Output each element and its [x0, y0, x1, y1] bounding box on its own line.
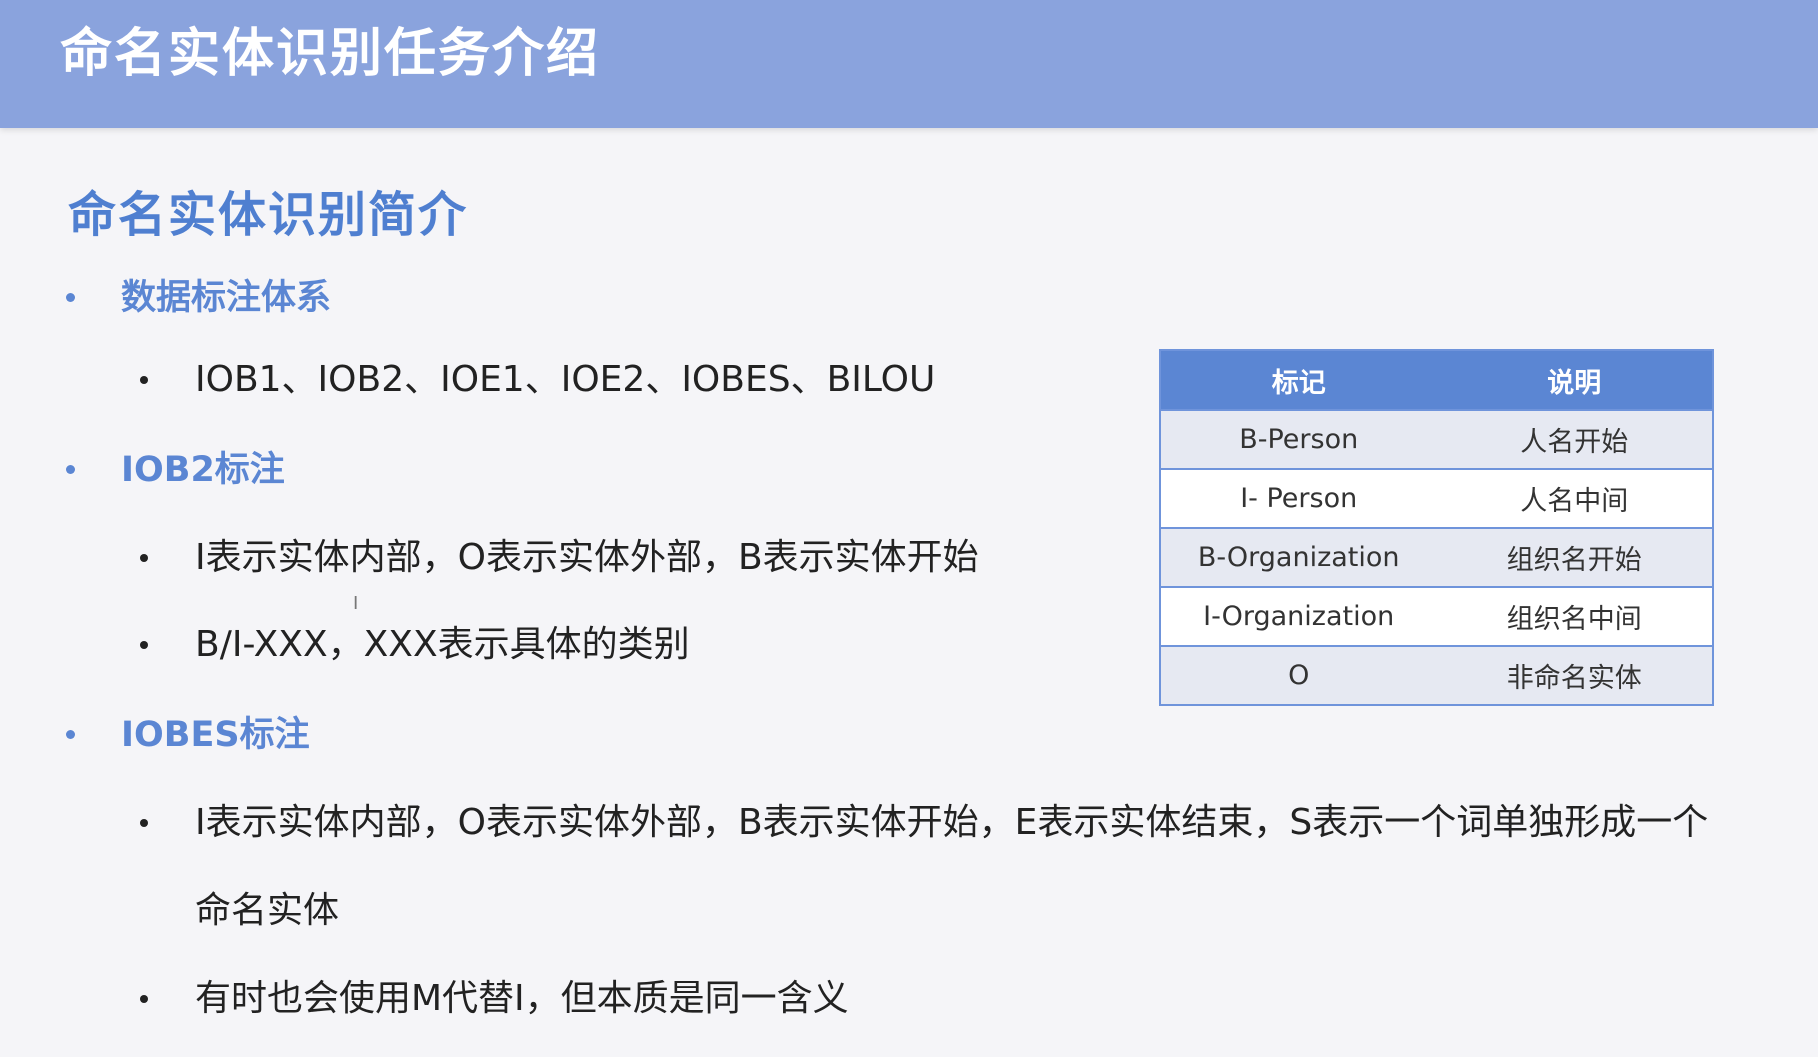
bullet-dot-icon — [140, 819, 148, 827]
header-bar: 命名实体识别任务介绍 — [0, 0, 1818, 128]
bullet-dot-icon — [140, 995, 148, 1003]
table-cell: O — [1160, 645, 1437, 705]
bullet-dot-icon — [140, 376, 148, 384]
table-cell: B-Organization — [1160, 527, 1437, 587]
table-row: I-Organization 组织名中间 — [1160, 586, 1713, 646]
bullet-text: I表示实体内部，O表示实体外部，B表示实体开始，E表示实体结束，S表示一个词单独… — [195, 802, 1709, 843]
table-row: B-Person 人名开始 — [1160, 409, 1713, 469]
table-header-row: 标记 说明 — [1160, 350, 1713, 410]
table-cell: 组织名开始 — [1436, 527, 1713, 587]
bullet-label: IOBES标注 — [121, 715, 310, 755]
bullet-dot-icon — [140, 641, 148, 649]
table-header-cell: 说明 — [1436, 350, 1713, 410]
table-cell: I-Organization — [1160, 586, 1437, 646]
slide-title: 命名实体识别任务介绍 — [60, 24, 601, 84]
bullet-dot-icon — [66, 293, 75, 302]
text-cursor-icon: I — [353, 593, 359, 614]
table-header-cell: 标记 — [1160, 350, 1437, 410]
bullet-text: B/I-XXX，XXX表示具体的类别 — [195, 624, 690, 665]
bullet-dot-icon — [66, 730, 75, 739]
bullet-label: IOB2标注 — [121, 450, 285, 490]
table-cell: 组织名中间 — [1436, 586, 1713, 646]
table-cell: 非命名实体 — [1436, 645, 1713, 705]
bullet-text: IOB1、IOB2、IOE1、IOE2、IOBES、BILOU — [195, 359, 936, 400]
table-cell: I- Person — [1160, 468, 1437, 528]
table-cell: 人名中间 — [1436, 468, 1713, 528]
bullet-continuation: 命名实体 — [195, 890, 340, 931]
bullet-text: I表示实体内部，O表示实体外部，B表示实体开始 — [195, 537, 979, 578]
section-title: 命名实体识别简介 — [68, 187, 469, 243]
bullet-label: 数据标注体系 — [121, 278, 332, 318]
table-row: B-Organization 组织名开始 — [1160, 527, 1713, 587]
table-row: O 非命名实体 — [1160, 645, 1713, 705]
table-cell: B-Person — [1160, 409, 1437, 469]
bullet-text: 有时也会使用M代替I，但本质是同一含义 — [195, 978, 849, 1019]
table-row: I- Person 人名中间 — [1160, 468, 1713, 528]
bullet-dot-icon — [66, 465, 75, 474]
tag-table: 标记 说明 B-Person 人名开始 I- Person 人名中间 B-Org… — [1159, 349, 1714, 706]
bullet-dot-icon — [140, 554, 148, 562]
table-cell: 人名开始 — [1436, 409, 1713, 469]
